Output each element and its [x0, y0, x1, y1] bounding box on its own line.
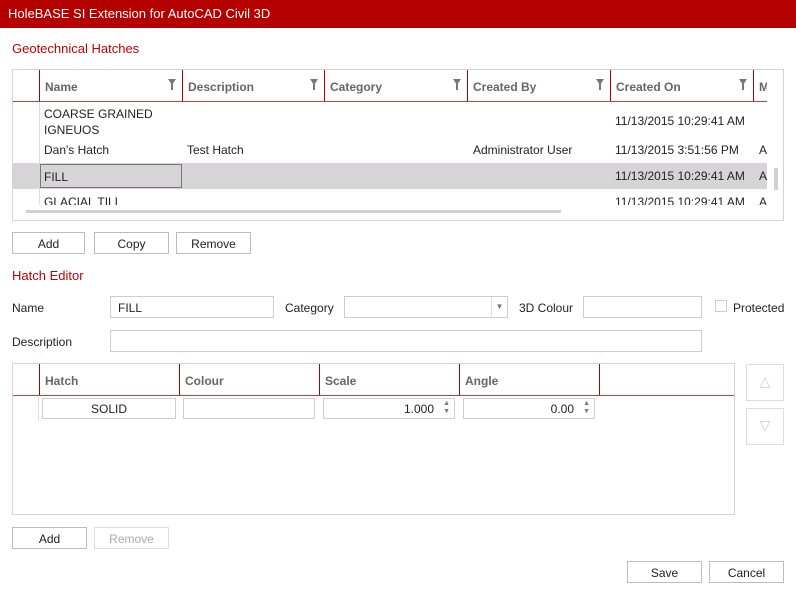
column-header-created-on[interactable]: Created On: [610, 70, 753, 101]
move-down-button[interactable]: ▽: [746, 408, 784, 445]
category-label: Category: [285, 301, 334, 315]
name-label: Name: [12, 301, 45, 315]
filter-icon[interactable]: [453, 79, 461, 90]
cell-created-by: Administrator User: [473, 143, 573, 157]
grid-body: COARSE GRAINED IGNEUOS 11/13/2015 10:29:…: [13, 102, 767, 205]
column-header-m[interactable]: M: [753, 70, 767, 101]
chevron-down-icon[interactable]: ▼: [491, 297, 507, 317]
cell-name: Dan's Hatch: [44, 143, 109, 157]
cell-m: A: [759, 169, 767, 183]
column-header-description[interactable]: Description: [182, 70, 324, 101]
cell-created-on: 11/13/2015 10:29:41 AM: [615, 195, 745, 205]
cell-m: A: [759, 143, 767, 157]
column-label: Created By: [473, 80, 537, 94]
cell-description: Test Hatch: [187, 143, 244, 157]
cell-m: A: [759, 195, 767, 205]
cell-created-on: 11/13/2015 10:29:41 AM: [615, 114, 745, 128]
description-label: Description: [12, 335, 73, 349]
title-bar: HoleBASE SI Extension for AutoCAD Civil …: [0, 0, 796, 28]
column-header-name[interactable]: Name: [39, 70, 182, 101]
remove-hatch-button[interactable]: Remove: [176, 232, 251, 254]
angle-value: 0.00: [550, 402, 574, 416]
cell-created-on: 11/13/2015 10:29:41 AM: [615, 169, 745, 183]
column-label: M: [759, 80, 767, 94]
column-label: Created On: [616, 80, 681, 94]
hatch-cell[interactable]: SOLID: [42, 398, 176, 419]
column-header-scale[interactable]: Scale: [319, 364, 459, 395]
table-row[interactable]: COARSE GRAINED IGNEUOS 11/13/2015 10:29:…: [13, 102, 767, 140]
filter-icon[interactable]: [310, 79, 318, 90]
table-row-selected[interactable]: FILL 11/13/2015 10:29:41 AM A: [13, 163, 767, 189]
vertical-scrollbar[interactable]: [774, 168, 778, 190]
cell-name: COARSE GRAINED IGNEUOS: [44, 107, 153, 137]
3d-colour-input[interactable]: [583, 296, 702, 318]
save-button[interactable]: Save: [627, 561, 702, 583]
column-header-created-by[interactable]: Created By: [467, 70, 610, 101]
cell-name: GLACIAL TILL: [44, 195, 122, 205]
spinner-icon[interactable]: ▲ ▼: [443, 400, 450, 416]
protected-checkbox[interactable]: [715, 300, 727, 312]
column-header-angle[interactable]: Angle: [459, 364, 599, 395]
column-label: Description: [188, 80, 255, 94]
hatches-section-title: Geotechnical Hatches: [12, 41, 140, 56]
table-row[interactable]: SOLID 1.000 ▲ ▼ 0.00 ▲ ▼: [13, 398, 734, 422]
column-label: Category: [330, 80, 383, 94]
colour-cell[interactable]: [183, 398, 315, 419]
column-header-hatch[interactable]: Hatch: [39, 364, 179, 395]
scale-value: 1.000: [403, 402, 434, 416]
angle-stepper[interactable]: 0.00 ▲ ▼: [463, 398, 595, 419]
hatches-grid[interactable]: Name Description Category Created By Cre…: [12, 69, 784, 221]
triangle-down-icon: ▽: [759, 417, 771, 433]
category-select[interactable]: ▼: [344, 296, 508, 318]
column-header-colour[interactable]: Colour: [179, 364, 319, 395]
hatch-editor-title: Hatch Editor: [12, 268, 84, 283]
spinner-icon[interactable]: ▲ ▼: [583, 400, 590, 416]
scale-stepper[interactable]: 1.000 ▲ ▼: [323, 398, 455, 419]
move-up-button[interactable]: △: [746, 364, 784, 401]
remove-layer-button[interactable]: Remove: [94, 527, 169, 549]
description-input[interactable]: [110, 330, 702, 352]
column-label: Name: [45, 80, 78, 94]
grid-header: Name Description Category Created By Cre…: [13, 70, 767, 102]
filter-icon[interactable]: [596, 79, 604, 90]
table-row[interactable]: Dan's Hatch Test Hatch Administrator Use…: [13, 140, 767, 162]
add-layer-button[interactable]: Add: [12, 527, 87, 549]
triangle-up-icon: △: [759, 373, 771, 389]
column-header-category[interactable]: Category: [324, 70, 467, 101]
horizontal-scrollbar[interactable]: [26, 210, 561, 213]
name-input[interactable]: FILL: [110, 296, 274, 318]
hatch-layers-grid[interactable]: Hatch Colour Scale Angle SOLID 1.000 ▲ ▼ 0…: [12, 363, 735, 515]
cell-created-on: 11/13/2015 3:51:56 PM: [615, 143, 739, 157]
filter-icon[interactable]: [168, 79, 176, 90]
filter-icon[interactable]: [739, 79, 747, 90]
table-row[interactable]: GLACIAL TILL 11/13/2015 10:29:41 AM A: [13, 192, 767, 205]
cell-name[interactable]: FILL: [40, 164, 182, 188]
protected-label: Protected: [733, 301, 785, 315]
grid-header: Hatch Colour Scale Angle: [13, 364, 734, 396]
add-hatch-button[interactable]: Add: [12, 232, 85, 254]
copy-hatch-button[interactable]: Copy: [94, 232, 169, 254]
3d-colour-label: 3D Colour: [519, 301, 574, 315]
cancel-button[interactable]: Cancel: [709, 561, 784, 583]
column-divider: [599, 364, 605, 395]
